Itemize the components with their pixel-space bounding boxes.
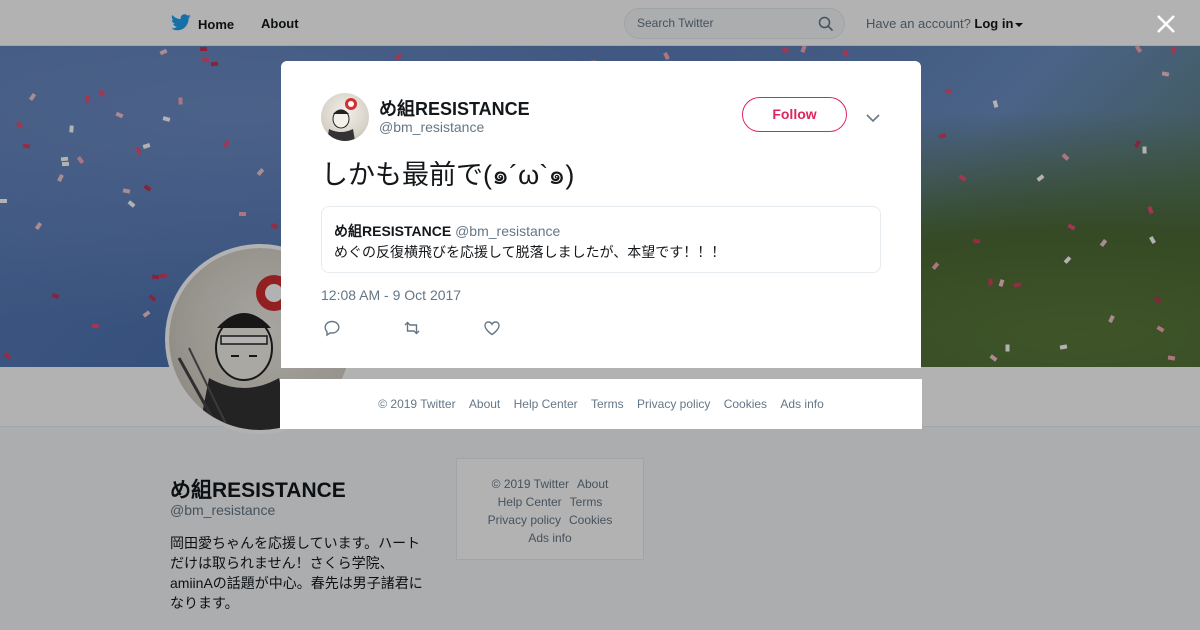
quoted-tweet-header: め組RESISTANCE @bm_resistance: [334, 221, 560, 241]
tweet-text: しかも最前で(๑´ω`๑): [321, 160, 575, 190]
follow-button[interactable]: Follow: [742, 97, 847, 132]
modal-footer-copyright: © 2019 Twitter: [378, 397, 456, 411]
chevron-down-icon[interactable]: [866, 110, 880, 128]
close-icon[interactable]: [1154, 12, 1178, 36]
modal-footer-ads[interactable]: Ads info: [780, 397, 823, 411]
tweet-author-name[interactable]: め組RESISTANCE: [379, 95, 530, 121]
quoted-author-handle: @bm_resistance: [455, 223, 561, 239]
quoted-tweet-text: めぐの反復横飛びを応援して脱落しましたが、本望です！！！: [334, 244, 726, 260]
reply-icon[interactable]: [323, 319, 341, 337]
retweet-icon[interactable]: [403, 319, 421, 337]
modal-footer-cookies[interactable]: Cookies: [724, 397, 767, 411]
tweet-modal: め組RESISTANCE @bm_resistance Follow しかも最前…: [281, 61, 921, 368]
modal-footer-about[interactable]: About: [469, 397, 500, 411]
like-icon[interactable]: [483, 319, 501, 337]
tweet-timestamp[interactable]: 12:08 AM - 9 Oct 2017: [321, 287, 461, 303]
modal-footer-terms[interactable]: Terms: [591, 397, 624, 411]
tweet-author-avatar[interactable]: [321, 93, 369, 141]
modal-footer-privacy[interactable]: Privacy policy: [637, 397, 710, 411]
quoted-author-name: め組RESISTANCE: [334, 223, 452, 239]
modal-footer: © 2019 Twitter About Help Center Terms P…: [280, 379, 922, 429]
quoted-tweet[interactable]: め組RESISTANCE @bm_resistance めぐの反復横飛びを応援し…: [321, 206, 881, 273]
modal-footer-help[interactable]: Help Center: [514, 397, 578, 411]
tweet-author-handle[interactable]: @bm_resistance: [379, 119, 484, 135]
